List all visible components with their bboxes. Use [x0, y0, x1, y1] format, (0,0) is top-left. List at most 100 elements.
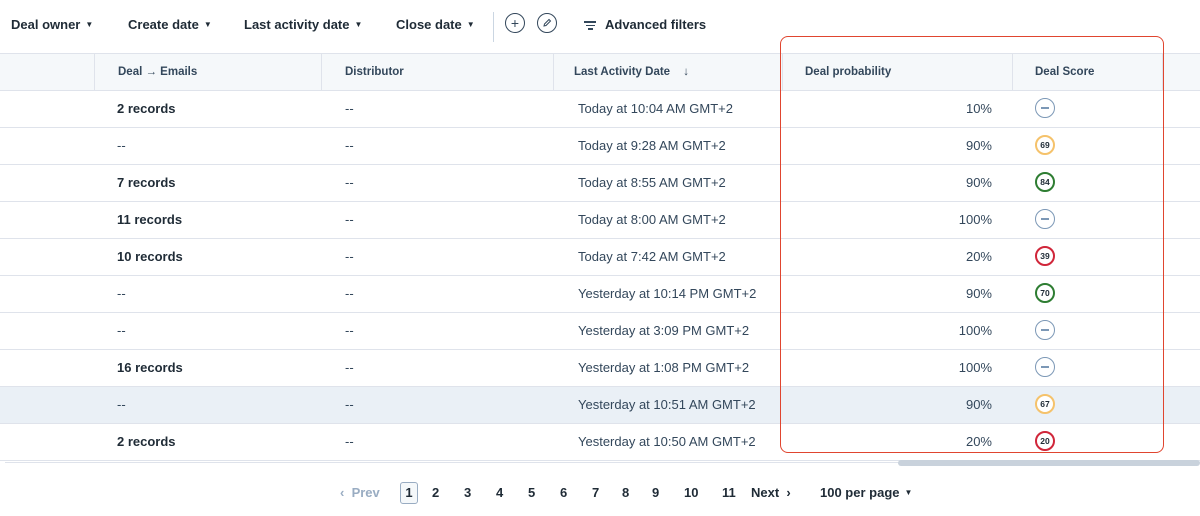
- deal-emails-cell: --: [117, 138, 126, 153]
- table-row[interactable]: -- -- Yesterday at 10:51 AM GMT+2 90% 67: [0, 387, 1200, 424]
- page-5-button[interactable]: 5: [528, 484, 535, 502]
- next-page-button[interactable]: Next ›: [751, 484, 791, 502]
- header-last-activity[interactable]: Last Activity Date ↓: [574, 54, 689, 90]
- distributor-cell: --: [345, 212, 354, 227]
- deal-emails-cell[interactable]: 10 records: [117, 239, 183, 275]
- plus-icon: +: [510, 15, 520, 31]
- header-deal-emails[interactable]: Deal → Emails: [118, 54, 197, 90]
- last-activity-cell: Today at 7:42 AM GMT+2: [578, 249, 726, 264]
- column-divider: [321, 54, 322, 90]
- distributor-cell: --: [345, 175, 354, 190]
- deal-emails-cell[interactable]: 16 records: [117, 350, 183, 386]
- table-row[interactable]: 16 records -- Yesterday at 1:08 PM GMT+2 10…: [0, 350, 1200, 387]
- distributor-cell: --: [345, 249, 354, 264]
- create-date-filter[interactable]: Create date ▼: [128, 16, 212, 34]
- page-1-button[interactable]: 1: [400, 482, 418, 504]
- deal-emails-cell[interactable]: 2 records: [117, 424, 176, 460]
- create-date-label: Create date: [128, 17, 199, 32]
- column-divider: [94, 54, 95, 90]
- per-page-label: 100 per page: [820, 485, 900, 500]
- page-4-button[interactable]: 4: [496, 484, 503, 502]
- deals-table: Deal → Emails Distributor Last Activity …: [0, 53, 1200, 461]
- deal-probability-cell: 20%: [965, 249, 992, 264]
- edit-filters-button[interactable]: [537, 13, 557, 33]
- column-divider: [553, 54, 554, 90]
- deal-emails-cell: --: [117, 397, 126, 412]
- last-activity-cell: Today at 8:55 AM GMT+2: [578, 175, 726, 190]
- page-9-button[interactable]: 9: [652, 484, 659, 502]
- distributor-cell: --: [345, 323, 354, 338]
- deal-score-badge: 70: [1035, 283, 1055, 303]
- deal-probability-cell: 10%: [965, 101, 992, 116]
- deal-score-badge: 39: [1035, 246, 1055, 266]
- table-row[interactable]: -- -- Yesterday at 3:09 PM GMT+2 100%: [0, 313, 1200, 350]
- table-row[interactable]: -- -- Today at 9:28 AM GMT+2 90% 69: [0, 128, 1200, 165]
- deal-emails-cell: --: [117, 286, 126, 301]
- column-divider: [1012, 54, 1013, 90]
- per-page-select[interactable]: 100 per page ▼: [820, 484, 912, 502]
- chevron-left-icon: ‹: [340, 485, 345, 500]
- advanced-filters-button[interactable]: Advanced filters: [583, 16, 706, 34]
- header-deal-score[interactable]: Deal Score: [1035, 54, 1094, 90]
- deal-probability-cell: 90%: [965, 175, 992, 190]
- table-row[interactable]: 11 records -- Today at 8:00 AM GMT+2 100%: [0, 202, 1200, 239]
- page-10-button[interactable]: 10: [684, 484, 698, 502]
- table-row[interactable]: 2 records -- Yesterday at 10:50 AM GMT+2 20…: [0, 424, 1200, 461]
- distributor-cell: --: [345, 286, 354, 301]
- deal-owner-label: Deal owner: [11, 17, 81, 32]
- table-row[interactable]: 2 records -- Today at 10:04 AM GMT+2 10%: [0, 91, 1200, 128]
- last-activity-cell: Today at 9:28 AM GMT+2: [578, 138, 726, 153]
- chevron-right-icon: ›: [786, 485, 791, 500]
- deal-owner-filter[interactable]: Deal owner ▼: [11, 16, 93, 34]
- last-activity-cell: Today at 10:04 AM GMT+2: [578, 101, 733, 116]
- page-6-button[interactable]: 6: [560, 484, 567, 502]
- pagination: ‹ Prev 1 2 3 4 5 6 7 8 9 10 11 Next › 100 per page…: [0, 482, 1200, 504]
- deal-probability-cell: 90%: [965, 286, 992, 301]
- caret-down-icon: ▼: [85, 20, 94, 29]
- sort-down-arrow-icon: ↓: [683, 66, 690, 78]
- pencil-icon: [543, 18, 552, 27]
- filter-bar: Deal owner ▼ Create date ▼ Last activity d…: [0, 0, 1200, 50]
- deal-emails-cell[interactable]: 2 records: [117, 91, 176, 127]
- header-distributor[interactable]: Distributor: [345, 54, 404, 90]
- caret-down-icon: ▼: [904, 488, 913, 497]
- deal-score-badge: 84: [1035, 172, 1055, 192]
- deal-probability-cell: 20%: [965, 434, 992, 449]
- prev-page-button[interactable]: ‹ Prev: [340, 484, 380, 502]
- close-date-filter[interactable]: Close date ▼: [396, 16, 475, 34]
- page-7-button[interactable]: 7: [592, 484, 599, 502]
- distributor-cell: --: [345, 397, 354, 412]
- deal-score-badge: 67: [1035, 394, 1055, 414]
- deal-emails-cell[interactable]: 7 records: [117, 165, 176, 201]
- empty-score-icon: [1035, 209, 1055, 229]
- last-activity-date-filter[interactable]: Last activity date ▼: [244, 16, 362, 34]
- last-activity-cell: Today at 8:00 AM GMT+2: [578, 212, 726, 227]
- next-label: Next: [751, 485, 780, 500]
- deal-score-badge: 20: [1035, 431, 1055, 451]
- empty-score-icon: [1035, 98, 1055, 118]
- deal-emails-cell: --: [117, 323, 126, 338]
- advanced-filters-label: Advanced filters: [605, 17, 707, 32]
- last-activity-cell: Yesterday at 3:09 PM GMT+2: [578, 323, 750, 338]
- add-filter-button[interactable]: +: [505, 13, 525, 33]
- divider: [493, 12, 494, 42]
- table-row[interactable]: -- -- Yesterday at 10:14 PM GMT+2 90% 70: [0, 276, 1200, 313]
- page-11-button[interactable]: 11: [722, 484, 736, 502]
- horizontal-scrollbar-thumb[interactable]: [898, 460, 1200, 466]
- distributor-cell: --: [345, 101, 354, 116]
- caret-down-icon: ▼: [466, 20, 475, 29]
- deal-emails-cell[interactable]: 11 records: [117, 202, 182, 238]
- page-8-button[interactable]: 8: [622, 484, 629, 502]
- page-2-button[interactable]: 2: [432, 484, 439, 502]
- empty-score-icon: [1035, 357, 1055, 377]
- close-date-label: Close date: [396, 17, 462, 32]
- header-deal-probability[interactable]: Deal probability: [805, 54, 891, 90]
- last-activity-cell: Yesterday at 10:14 PM GMT+2: [578, 286, 757, 301]
- prev-label: Prev: [351, 485, 380, 500]
- last-activity-cell: Yesterday at 10:51 AM GMT+2: [578, 397, 756, 412]
- table-row[interactable]: 7 records -- Today at 8:55 AM GMT+2 90% 84: [0, 165, 1200, 202]
- page-3-button[interactable]: 3: [464, 484, 471, 502]
- table-header: Deal → Emails Distributor Last Activity …: [0, 53, 1200, 91]
- column-divider: [1162, 54, 1163, 90]
- table-row[interactable]: 10 records -- Today at 7:42 AM GMT+2 20% 39: [0, 239, 1200, 276]
